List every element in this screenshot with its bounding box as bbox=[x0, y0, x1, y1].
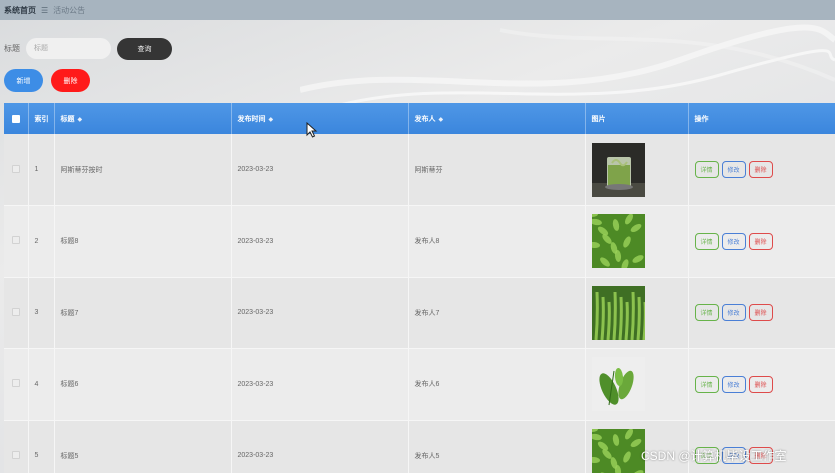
mouse-cursor-icon bbox=[306, 122, 318, 138]
tea-field-image bbox=[591, 428, 645, 473]
row-title: 标题7 bbox=[54, 277, 232, 349]
header-image: 图片 bbox=[585, 103, 689, 134]
table-header-row: 索引 标题 ◆ 发布时间 ◆ 发布人 ◆ 图片 操作 bbox=[4, 103, 835, 134]
row-title: 标题5 bbox=[54, 420, 232, 473]
detail-button[interactable]: 详情 bbox=[694, 232, 719, 250]
row-ops: 详情 修改 删除 bbox=[688, 134, 835, 206]
row-index: 1 bbox=[28, 134, 55, 206]
breadcrumb-home[interactable]: 系统首页 bbox=[4, 5, 36, 16]
row-publish-time: 2023-03-23 bbox=[231, 420, 409, 473]
edit-button[interactable]: 修改 bbox=[721, 232, 746, 250]
breadcrumb-separator-icon: ☰ bbox=[41, 5, 49, 15]
add-button[interactable]: 新增 bbox=[4, 69, 43, 92]
header-publish-time[interactable]: 发布时间 ◆ bbox=[231, 103, 409, 134]
row-publisher: 阿斯蒂芬 bbox=[408, 134, 586, 206]
delete-button[interactable]: 删除 bbox=[748, 161, 773, 178]
tea-cup-image bbox=[591, 142, 645, 197]
data-table: 索引 标题 ◆ 发布时间 ◆ 发布人 ◆ 图片 操作 1 阿斯蒂芬按时 2023-03-2… bbox=[4, 103, 835, 473]
header-index: 索引 bbox=[28, 103, 55, 134]
header-publish-time-label: 发布时间 bbox=[237, 115, 266, 123]
tea-leaves-image bbox=[591, 357, 645, 412]
row-ops: 详情 修改 删除 bbox=[688, 277, 835, 349]
tea-bud-image bbox=[591, 285, 645, 340]
sort-icon[interactable]: ◆ bbox=[78, 117, 83, 123]
query-button[interactable]: 查询 bbox=[117, 38, 172, 60]
edit-button[interactable]: 修改 bbox=[721, 304, 746, 322]
search-bar: 标题 查询 bbox=[4, 38, 172, 60]
background-decoration bbox=[300, 24, 835, 105]
row-index: 5 bbox=[28, 420, 55, 473]
delete-button[interactable]: 删除 bbox=[748, 375, 773, 393]
row-publisher: 发布人5 bbox=[408, 420, 586, 473]
table-row: 3 标题7 2023-03-23 发布人7 详情 修改 删除 bbox=[4, 277, 835, 349]
header-title-label: 标题 bbox=[60, 115, 75, 123]
delete-button[interactable]: 删除 bbox=[748, 304, 773, 322]
row-image-cell bbox=[585, 348, 689, 421]
edit-button[interactable]: 修改 bbox=[721, 161, 746, 178]
detail-button[interactable]: 详情 bbox=[694, 304, 719, 322]
row-publish-time: 2023-03-23 bbox=[231, 277, 409, 349]
table-row: 1 阿斯蒂芬按时 2023-03-23 阿斯蒂芬 详情 修改 删除 bbox=[4, 134, 835, 206]
batch-delete-button[interactable]: 删除 bbox=[51, 69, 90, 92]
row-index: 2 bbox=[28, 205, 55, 278]
header-publisher[interactable]: 发布人 ◆ bbox=[408, 103, 586, 134]
edit-button[interactable]: 修改 bbox=[721, 375, 746, 393]
search-label: 标题 bbox=[4, 44, 20, 53]
row-ops: 详情 修改 删除 bbox=[688, 348, 835, 421]
row-publisher: 发布人8 bbox=[408, 205, 586, 278]
row-checkbox[interactable] bbox=[4, 420, 29, 473]
header-ops: 操作 bbox=[688, 103, 835, 134]
row-index: 4 bbox=[28, 348, 55, 421]
header-title[interactable]: 标题 ◆ bbox=[54, 103, 232, 134]
sort-icon[interactable]: ◆ bbox=[439, 117, 444, 123]
row-checkbox[interactable] bbox=[4, 277, 29, 349]
breadcrumb: 系统首页 ☰ 活动公告 bbox=[0, 0, 835, 20]
row-title: 阿斯蒂芬按时 bbox=[54, 134, 232, 206]
row-checkbox[interactable] bbox=[4, 205, 29, 278]
detail-button[interactable]: 详情 bbox=[694, 375, 719, 393]
breadcrumb-current: 活动公告 bbox=[53, 5, 86, 15]
row-checkbox[interactable] bbox=[4, 134, 29, 206]
row-image-cell bbox=[585, 277, 689, 349]
search-input[interactable] bbox=[26, 38, 111, 59]
table-row: 2 标题8 2023-03-23 发布人8 详情 修改 删除 bbox=[4, 205, 835, 278]
row-ops: 详情 修改 删除 bbox=[688, 205, 835, 278]
row-title: 标题8 bbox=[54, 205, 232, 278]
tea-field-image bbox=[591, 214, 645, 269]
row-image-cell bbox=[585, 205, 689, 278]
row-publish-time: 2023-03-23 bbox=[231, 348, 409, 421]
row-image-cell bbox=[585, 134, 689, 206]
row-publisher: 发布人7 bbox=[408, 277, 586, 349]
row-publisher: 发布人6 bbox=[408, 348, 586, 421]
table-row: 4 标题6 2023-03-23 发布人6 详情 修改 删除 bbox=[4, 348, 835, 421]
detail-button[interactable]: 详情 bbox=[694, 161, 719, 178]
select-all-checkbox[interactable] bbox=[4, 103, 29, 134]
header-publisher-label: 发布人 bbox=[414, 115, 436, 123]
row-publish-time: 2023-03-23 bbox=[231, 134, 409, 206]
row-checkbox[interactable] bbox=[4, 348, 29, 421]
sort-icon[interactable]: ◆ bbox=[269, 117, 274, 123]
row-index: 3 bbox=[28, 277, 55, 349]
delete-button[interactable]: 删除 bbox=[748, 232, 773, 250]
row-title: 标题6 bbox=[54, 348, 232, 421]
row-publish-time: 2023-03-23 bbox=[231, 205, 409, 278]
watermark: CSDN @计算机毕设工作室 bbox=[641, 449, 787, 463]
